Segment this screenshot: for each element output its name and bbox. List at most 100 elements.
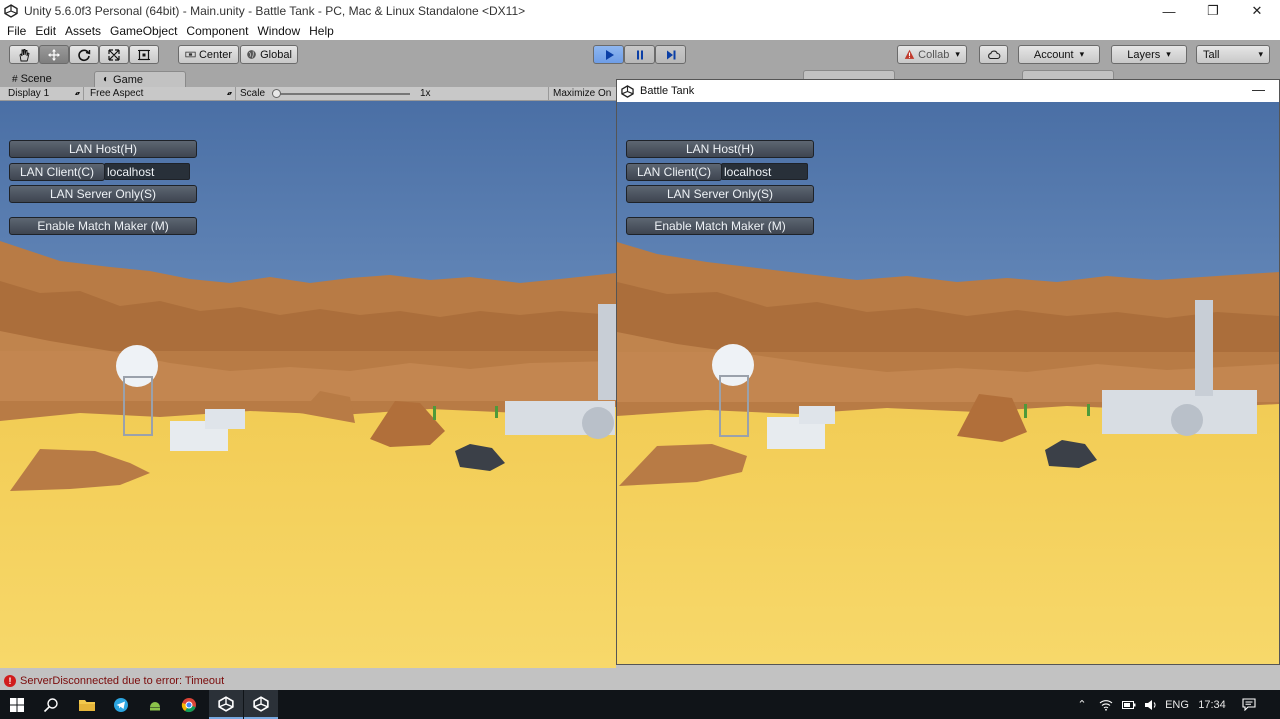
lan-server-only-button[interactable]: LAN Server Only(S) [9, 185, 197, 203]
aspect-dropdown[interactable]: Free Aspect [86, 87, 236, 100]
window-title: Unity 5.6.0f3 Personal (64bit) - Main.un… [24, 4, 526, 18]
account-dropdown[interactable]: Account [1018, 45, 1100, 64]
player-title: Battle Tank [640, 85, 695, 97]
scale-slider-thumb[interactable] [272, 89, 281, 98]
rotate-tool-button[interactable] [69, 45, 99, 64]
scale-tool-button[interactable] [99, 45, 129, 64]
taskbar-unity-editor[interactable] [209, 690, 243, 719]
move-tool-button[interactable] [39, 45, 69, 64]
hand-tool-button[interactable] [9, 45, 39, 64]
rect-transform-icon [138, 49, 150, 60]
tray-notifications-icon[interactable] [1236, 690, 1262, 719]
telegram-icon [114, 697, 128, 712]
menu-window[interactable]: Window [257, 24, 300, 38]
console-status-bar[interactable]: ! ServerDisconnected due to error: Timeo… [0, 672, 1280, 690]
pacman-game-icon: ◐ [103, 74, 110, 85]
rect-tool-button[interactable] [129, 45, 159, 64]
taskbar-chrome[interactable] [172, 690, 206, 719]
taskbar-explorer[interactable] [70, 690, 104, 719]
pause-icon [636, 50, 643, 59]
account-label: Account [1033, 48, 1074, 61]
maximize-label: Maximize On [553, 88, 612, 99]
player-window[interactable]: Battle Tank — LAN Host(H) LAN Client(C) … [616, 79, 1280, 665]
menu-component[interactable]: Component [186, 24, 248, 38]
player-game-view[interactable]: LAN Host(H) LAN Client(C) localhost LAN … [617, 102, 1279, 664]
collab-dropdown[interactable]: Collab [897, 45, 967, 64]
play-button[interactable] [593, 45, 624, 64]
layers-dropdown[interactable]: Layers [1111, 45, 1187, 64]
lan-client-button[interactable]: LAN Client(C) [626, 163, 722, 181]
scale-value: 1x [420, 88, 431, 99]
menu-assets[interactable]: Assets [65, 24, 101, 38]
cloud-icon [987, 50, 1000, 59]
player-title-bar: Battle Tank — [617, 80, 1279, 102]
taskbar-telegram[interactable] [104, 690, 138, 719]
menu-file[interactable]: File [7, 24, 26, 38]
tray-volume-icon[interactable] [1140, 690, 1162, 719]
lan-server-only-button[interactable]: LAN Server Only(S) [626, 185, 814, 203]
wifi-icon [1099, 699, 1113, 711]
pivot-icon [185, 51, 196, 58]
global-local-toggle[interactable]: Global [240, 45, 298, 64]
lan-host-button[interactable]: LAN Host(H) [626, 140, 814, 158]
collab-warning-icon [904, 49, 915, 59]
unity-logo-icon [4, 4, 18, 18]
menu-help[interactable]: Help [309, 24, 334, 38]
layout-label: Tall [1203, 48, 1220, 61]
pivot-center-toggle[interactable]: Center [178, 45, 239, 64]
windows-logo-icon [10, 697, 24, 712]
lan-host-button[interactable]: LAN Host(H) [9, 140, 197, 158]
scale-control: Scale 1x [236, 87, 546, 100]
tray-language[interactable]: ENG [1162, 690, 1192, 719]
tab-hierarchy[interactable] [803, 70, 895, 79]
console-message: ServerDisconnected due to error: Timeout [20, 675, 225, 687]
layers-label: Layers [1127, 48, 1161, 61]
close-button[interactable]: ✕ [1234, 0, 1280, 22]
menu-gameobject[interactable]: GameObject [110, 24, 177, 38]
tab-game[interactable]: ◐ Game [94, 71, 186, 87]
display-dropdown[interactable]: Display 1 [4, 87, 84, 100]
tab-game-label: Game [113, 73, 144, 86]
pause-button[interactable] [624, 45, 655, 64]
tray-clock[interactable]: 17:34 [1194, 690, 1230, 719]
address-input[interactable]: localhost [721, 163, 808, 180]
global-label: Global [260, 48, 292, 61]
scale-slider-track[interactable] [276, 93, 410, 95]
move-arrows-icon [48, 48, 60, 61]
tab-inspector[interactable] [1022, 70, 1114, 79]
restore-button[interactable]: ❐ [1190, 0, 1236, 22]
start-button[interactable] [0, 690, 34, 719]
layout-dropdown[interactable]: Tall [1196, 45, 1270, 64]
maximize-on-play-toggle[interactable]: Maximize On [548, 87, 620, 100]
enable-match-maker-button[interactable]: Enable Match Maker (M) [626, 217, 814, 235]
tray-battery-icon[interactable] [1118, 690, 1140, 719]
cloud-button[interactable] [979, 45, 1008, 64]
taskbar-android-studio[interactable] [138, 690, 172, 719]
globe-icon [247, 50, 256, 59]
tab-scene[interactable]: # Scene [4, 71, 90, 87]
editor-game-view[interactable]: LAN Host(H) LAN Client(C) localhost LAN … [0, 101, 616, 668]
scene-grid-icon: # [12, 73, 18, 85]
unity-logo-icon [253, 695, 269, 712]
unity-logo-icon [621, 84, 634, 98]
menu-edit[interactable]: Edit [35, 24, 56, 38]
address-input[interactable]: localhost [104, 163, 190, 180]
taskbar-unity-player[interactable] [244, 690, 278, 719]
play-icon [605, 49, 614, 60]
tray-network-icon[interactable] [1094, 690, 1118, 719]
collab-label: Collab [918, 48, 950, 61]
unity-logo-icon [218, 695, 234, 712]
player-minimize-button[interactable]: — [1252, 82, 1265, 97]
pivot-label: Center [198, 48, 233, 61]
scale-label: Scale [240, 88, 266, 99]
notification-icon [1242, 698, 1256, 711]
scale-icon [108, 48, 120, 61]
search-button[interactable] [34, 690, 68, 719]
tray-chevron-up-icon[interactable]: ⌃ [1070, 690, 1094, 719]
step-button[interactable] [655, 45, 686, 64]
lan-client-button[interactable]: LAN Client(C) [9, 163, 105, 181]
enable-match-maker-button[interactable]: Enable Match Maker (M) [9, 217, 197, 235]
display-label: Display 1 [8, 88, 50, 99]
minimize-button[interactable]: — [1146, 0, 1192, 22]
menu-bar: File Edit Assets GameObject Component Wi… [0, 22, 1280, 40]
